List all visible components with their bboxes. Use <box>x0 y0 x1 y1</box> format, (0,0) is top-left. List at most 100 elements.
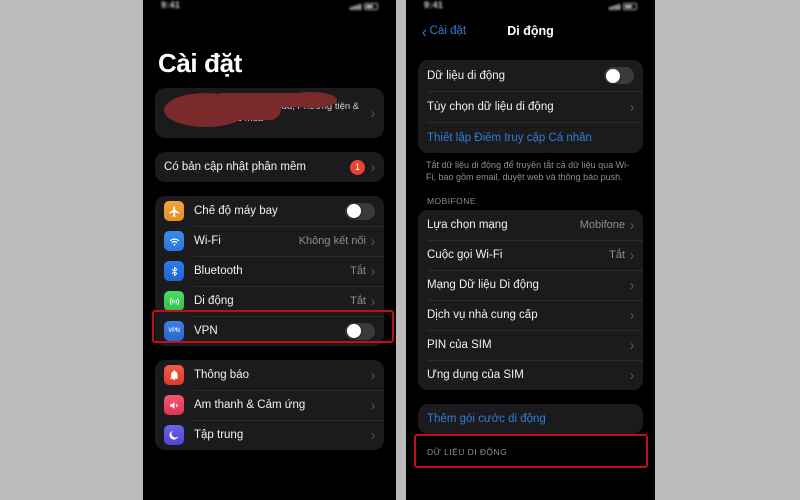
chevron-right-icon: › <box>630 216 634 234</box>
chevron-right-icon: › <box>371 396 375 414</box>
signal-bars-icon <box>350 4 361 10</box>
chevron-right-icon: › <box>630 366 634 384</box>
settings-row-focus[interactable]: Tập trung › <box>155 420 384 450</box>
row-value: Tắt <box>609 249 625 261</box>
chevron-right-icon: › <box>371 426 375 444</box>
back-button-label: Cài đặt <box>429 25 467 37</box>
row-label: Thêm gói cước di động <box>427 413 546 425</box>
chevron-right-icon: › <box>630 336 634 354</box>
row-label: Mạng Dữ liệu Di động <box>427 279 539 291</box>
settings-row-label: Bluetooth <box>194 265 243 277</box>
apple-id-row[interactable]: ID Apple, iCloud, Phương tiện & Mục mua … <box>155 88 384 138</box>
row-sim-applications[interactable]: Ứng dụng của SIM › <box>418 360 643 390</box>
row-cellular-data-network[interactable]: Mạng Dữ liệu Di động › <box>418 270 643 300</box>
screenshot-root: 9:41 Cài đặt ID Apple, iCloud, Phương ti… <box>0 0 800 500</box>
chevron-right-icon: › <box>371 292 375 310</box>
chevron-right-icon: › <box>371 232 375 250</box>
row-cellular-data[interactable]: Dữ liệu di động <box>418 60 643 91</box>
row-sim-pin[interactable]: PIN của SIM › <box>418 330 643 360</box>
settings-row-value: Không kết nối <box>298 235 366 247</box>
row-label: Dữ liệu di động <box>427 69 506 82</box>
chevron-right-icon: › <box>630 306 634 324</box>
wifi-icon <box>164 231 184 251</box>
row-label: Lựa chọn mạng <box>427 219 508 231</box>
cellular-icon <box>164 291 184 311</box>
vpn-icon: VPN <box>164 321 184 341</box>
status-time: 9:41 <box>161 0 181 10</box>
cellular-footer-text: Tắt dữ liệu di động để truyền tắt cả dữ … <box>426 160 630 182</box>
settings-row-airplane-mode[interactable]: Chế độ máy bay <box>155 196 384 226</box>
sound-icon <box>164 395 184 415</box>
right-phone-screenshot: 9:41 ‹ Cài đặt Di động Dữ liệu di động T… <box>406 0 655 500</box>
software-update-card[interactable]: Có bản cập nhật phần mềm 1 › <box>155 152 384 182</box>
chevron-right-icon: › <box>630 276 634 294</box>
row-label: Ứng dụng của SIM <box>427 369 524 381</box>
row-label: PIN của SIM <box>427 339 492 351</box>
status-indicators <box>350 3 378 10</box>
row-value: Mobifone <box>579 219 625 231</box>
chevron-right-icon: › <box>371 262 375 280</box>
status-time: 9:41 <box>424 0 444 10</box>
chevron-right-icon: › <box>371 158 375 176</box>
connectivity-card: Chế độ máy bay Wi-Fi Không kết nối › Blu… <box>155 196 384 346</box>
signal-bars-icon <box>609 4 620 10</box>
back-button[interactable]: ‹ Cài đặt <box>422 21 467 41</box>
chevron-left-icon: ‹ <box>422 21 427 41</box>
settings-row-wifi[interactable]: Wi-Fi Không kết nối › <box>155 226 384 256</box>
battery-icon <box>623 3 637 10</box>
row-cellular-data-options[interactable]: Tùy chọn dữ liệu di động › <box>418 91 643 122</box>
row-label: Dịch vụ nhà cung cấp <box>427 309 538 321</box>
right-phone-screen: 9:41 ‹ Cài đặt Di động Dữ liệu di động T… <box>406 0 655 500</box>
focus-moon-icon <box>164 425 184 445</box>
settings-row-label: Âm thanh & Cảm ứng <box>194 399 306 411</box>
settings-row-value: Tắt <box>350 295 366 307</box>
settings-row-label: VPN <box>194 325 218 337</box>
settings-row-cellular[interactable]: Di động Tắt › <box>155 286 384 316</box>
settings-row-notifications[interactable]: Thông báo › <box>155 360 384 390</box>
settings-row-label: Thông báo <box>194 369 249 381</box>
add-plan-card[interactable]: Thêm gói cước di động <box>418 404 643 434</box>
settings-row-label: Di động <box>194 295 234 307</box>
settings-row-vpn[interactable]: VPN VPN <box>155 316 384 346</box>
airplane-icon <box>164 201 184 221</box>
page-title: Cài đặt <box>158 48 242 78</box>
settings-row-sounds[interactable]: Âm thanh & Cảm ứng › <box>155 390 384 420</box>
vpn-toggle[interactable] <box>345 322 375 340</box>
software-update-label: Có bản cập nhật phần mềm <box>164 161 306 173</box>
bluetooth-icon <box>164 261 184 281</box>
chevron-right-icon: › <box>630 97 634 116</box>
settings-row-bluetooth[interactable]: Bluetooth Tắt › <box>155 256 384 286</box>
status-indicators <box>609 3 637 10</box>
cellular-data-toggle[interactable] <box>604 67 634 84</box>
row-carrier-services[interactable]: Dịch vụ nhà cung cấp › <box>418 300 643 330</box>
chevron-right-icon: › <box>371 366 375 384</box>
status-badge: 1 <box>350 159 365 175</box>
carrier-section-header: MOBIFONE <box>427 196 476 206</box>
row-add-cellular-plan[interactable]: Thêm gói cước di động <box>418 404 643 434</box>
settings-row-value: Tắt <box>350 265 366 277</box>
chevron-right-icon: › <box>630 246 634 264</box>
row-label: Thiết lập Điểm truy cập Cá nhân <box>427 131 592 144</box>
right-status-bar: 9:41 <box>418 0 643 10</box>
row-setup-personal-hotspot[interactable]: Thiết lập Điểm truy cập Cá nhân <box>418 122 643 153</box>
battery-icon <box>364 3 378 10</box>
row-label: Tùy chọn dữ liệu di động <box>427 100 554 113</box>
row-label: Cuộc gọi Wi-Fi <box>427 249 503 261</box>
notifications-card: Thông báo › Âm thanh & Cảm ứng › Tập tru… <box>155 360 384 450</box>
cellular-data-card: Dữ liệu di động Tùy chọn dữ liệu di động… <box>418 60 643 153</box>
apple-id-subtitle: ID Apple, iCloud, Phương tiện & Mục mua <box>224 101 360 124</box>
settings-row-label: Wi-Fi <box>194 235 221 247</box>
apple-id-card[interactable]: ID Apple, iCloud, Phương tiện & Mục mua … <box>155 88 384 138</box>
chevron-right-icon: › <box>371 104 375 122</box>
navigation-bar: ‹ Cài đặt Di động <box>418 16 643 46</box>
bell-icon <box>164 365 184 385</box>
carrier-card: Lựa chọn mạng Mobifone › Cuộc gọi Wi-Fi … <box>418 210 643 390</box>
left-status-bar: 9:41 <box>155 0 384 10</box>
row-wifi-calling[interactable]: Cuộc gọi Wi-Fi Tắt › <box>418 240 643 270</box>
left-phone-screen: 9:41 Cài đặt ID Apple, iCloud, Phương ti… <box>143 0 396 500</box>
row-network-selection[interactable]: Lựa chọn mạng Mobifone › <box>418 210 643 240</box>
settings-row-label: Tập trung <box>194 429 244 441</box>
airplane-mode-toggle[interactable] <box>345 202 375 220</box>
settings-row-label: Chế độ máy bay <box>194 205 278 217</box>
software-update-row[interactable]: Có bản cập nhật phần mềm 1 › <box>155 152 384 182</box>
